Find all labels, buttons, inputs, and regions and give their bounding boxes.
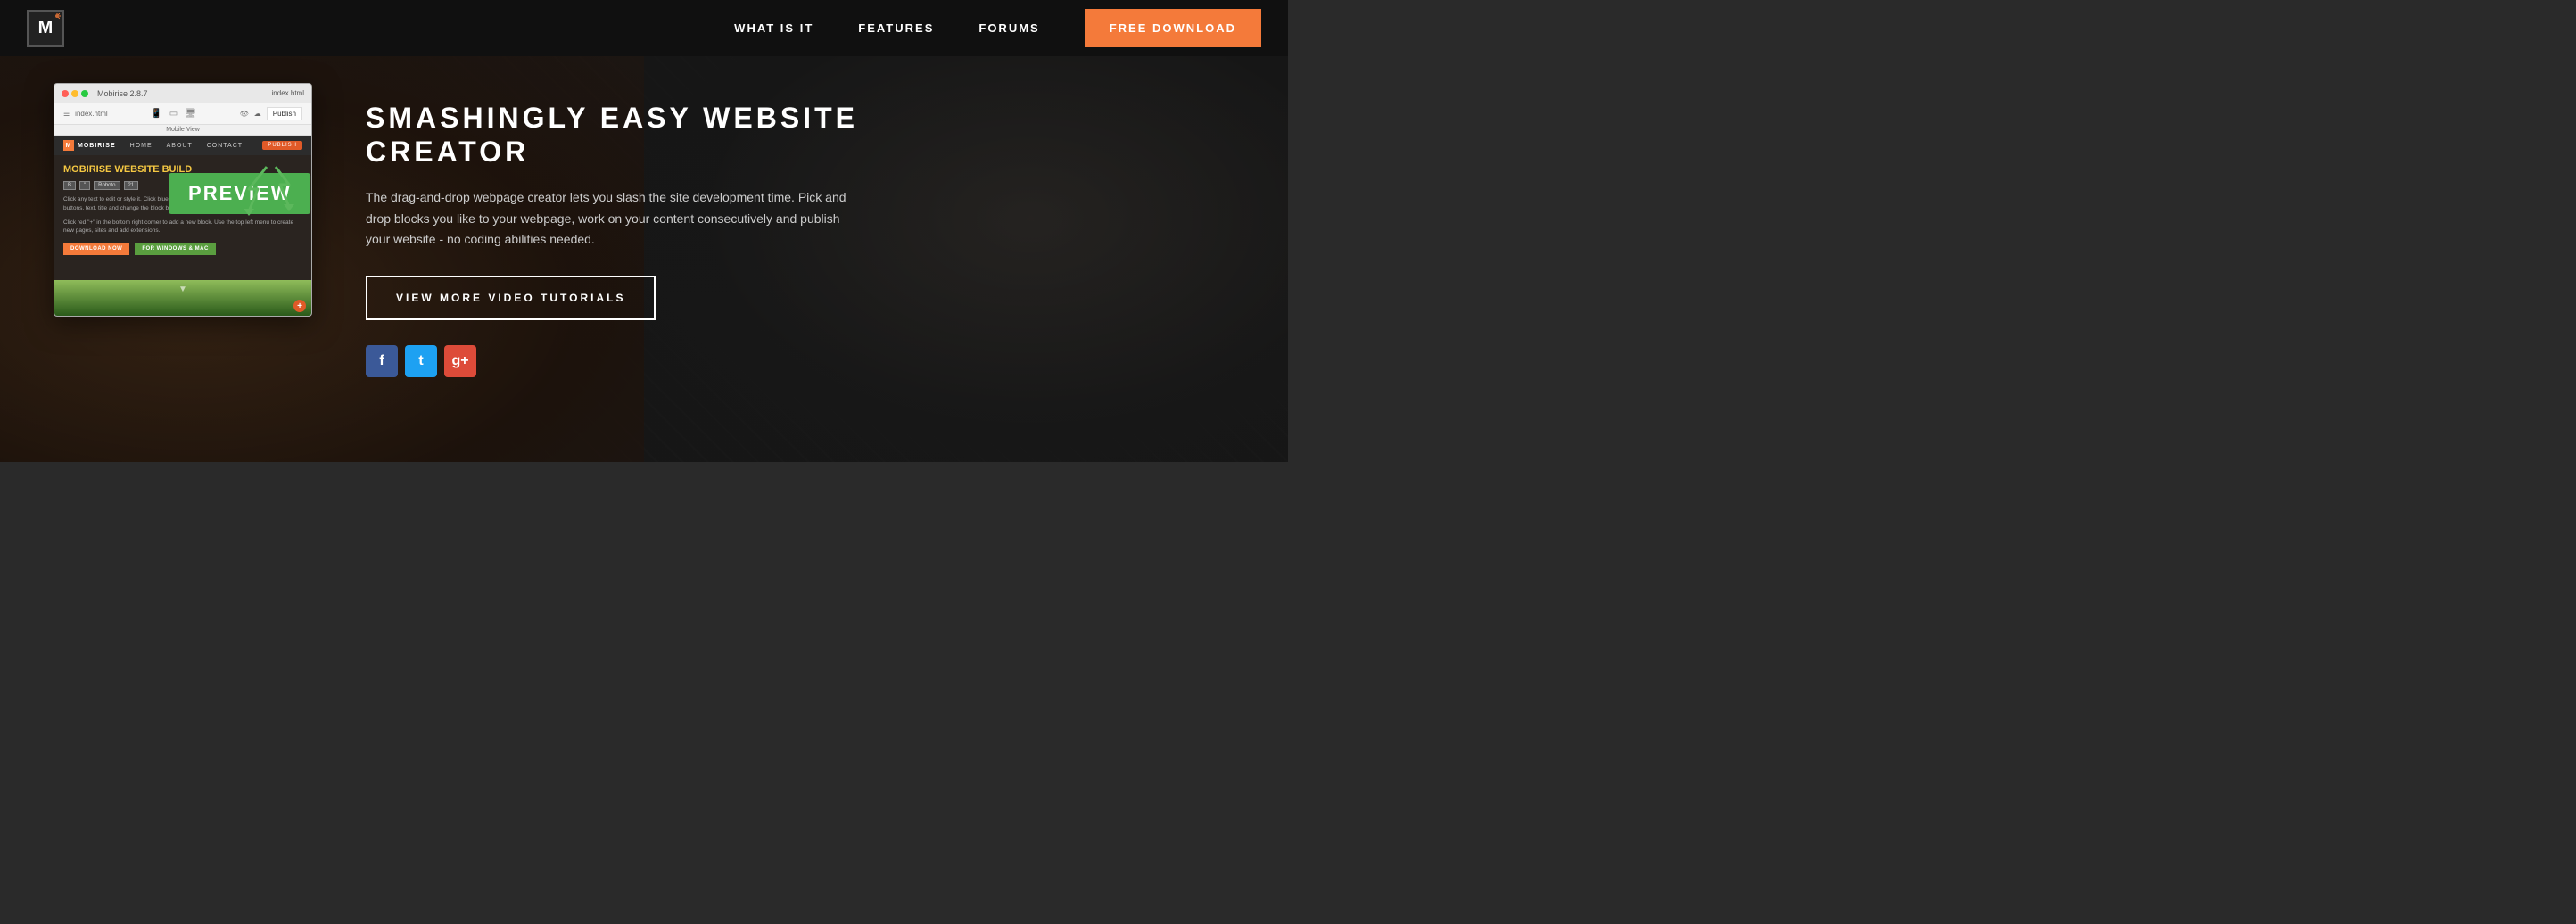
filename-label: index.html (272, 89, 304, 97)
right-panel: SMASHINGLY EASY WEBSITE CREATOR The drag… (366, 83, 1234, 377)
dot-close (62, 90, 69, 97)
hamburger-icon: ☰ (63, 110, 70, 118)
logo-box: M (27, 10, 64, 47)
cloud-icon: ☁ (254, 110, 261, 118)
nav-links: WHAT IS IT FEATURES FORUMS FREE DOWNLOAD (734, 9, 1261, 47)
toolbar-filename: index.html (75, 110, 107, 118)
inner-brand: M MOBIRISE (63, 140, 116, 151)
toolbar-right: 👁 ☁ Publish (240, 107, 302, 120)
nav-features[interactable]: FEATURES (858, 21, 934, 35)
eye-icon[interactable]: 👁 (240, 110, 249, 118)
inner-publish-btn[interactable]: PUBLISH (262, 141, 302, 150)
dot-maximize (81, 90, 88, 97)
left-panel: Mobirise 2.8.7 index.html ☰ index.html 📱… (54, 83, 312, 317)
tutorials-button[interactable]: VIEW MORE VIDEO TUTORIALS (366, 276, 656, 320)
app-download-btn[interactable]: DOWNLOAD NOW (63, 243, 129, 255)
titlebar-right: index.html (272, 89, 304, 97)
publish-button[interactable]: Publish (267, 107, 302, 120)
desktop-icon[interactable]: 🖥 (185, 109, 196, 119)
titlebar-dots (62, 90, 88, 97)
style-box-size: 21 (124, 181, 139, 190)
arrows-svg (231, 162, 302, 216)
main-content: Mobirise 2.8.7 index.html ☰ index.html 📱… (0, 56, 1288, 462)
app-body: MOBIRISE WEBSITE BUILD B " Roboto 21 Cli… (54, 155, 311, 280)
app-inner-nav: M MOBIRISE HOME ABOUT CONTACT PUBLISH (54, 136, 311, 155)
app-body-text2: Click red "+" in the bottom right corner… (63, 219, 302, 236)
logo-spark-icon (48, 13, 61, 26)
app-windows-btn[interactable]: FOR WINDOWS & MAC (135, 243, 216, 255)
hero-title-line1: SMASHINGLY EASY WEBSITE (366, 102, 858, 134)
inner-nav-about: ABOUT (167, 143, 193, 149)
tablet-icon[interactable]: ▭ (169, 109, 178, 119)
navbar: M WHAT IS IT FEATURES FORUMS FREE DOWNLO… (0, 0, 1288, 56)
mobile-icon[interactable]: 📱 (151, 109, 161, 119)
chevron-down: ▼ (54, 280, 311, 299)
app-toolbar: ☰ index.html 📱 ▭ 🖥 👁 ☁ Publish (54, 103, 311, 125)
view-label: Mobile View (54, 125, 311, 136)
app-footer-strip: ▼ + (54, 280, 311, 316)
style-box-font: Roboto (94, 181, 120, 190)
toolbar-icons: 📱 ▭ 🖥 (151, 109, 196, 119)
twitter-icon[interactable]: t (405, 345, 437, 377)
hero-title-line2: CREATOR (366, 136, 529, 168)
inner-logo-box: M (63, 140, 74, 151)
hero-description: The drag-and-drop webpage creator lets y… (366, 187, 865, 251)
nav-what-is-it[interactable]: WHAT IS IT (734, 21, 813, 35)
facebook-icon[interactable]: f (366, 345, 398, 377)
inner-brand-text: MOBIRISE (78, 143, 116, 149)
nav-download-button[interactable]: FREE DOWNLOAD (1085, 9, 1261, 47)
nav-logo: M (27, 10, 64, 47)
googleplus-icon[interactable]: g+ (444, 345, 476, 377)
inner-nav-contact: CONTACT (207, 143, 243, 149)
app-window: Mobirise 2.8.7 index.html ☰ index.html 📱… (54, 83, 312, 317)
titlebar-left: Mobirise 2.8.7 (62, 89, 148, 98)
app-titlebar: Mobirise 2.8.7 index.html (54, 84, 311, 103)
nav-forums[interactable]: FORUMS (978, 21, 1039, 35)
hero-title: SMASHINGLY EASY WEBSITE CREATOR (366, 101, 883, 169)
add-block-btn[interactable]: + (293, 300, 306, 312)
inner-nav-home: HOME (130, 143, 153, 149)
style-box-b: B (63, 181, 76, 190)
app-title: Mobirise 2.8.7 (97, 89, 148, 98)
style-box-quote: " (79, 181, 90, 190)
dot-minimize (71, 90, 78, 97)
social-icons: f t g+ (366, 345, 1234, 377)
app-btns: DOWNLOAD NOW FOR WINDOWS & MAC (63, 243, 302, 255)
